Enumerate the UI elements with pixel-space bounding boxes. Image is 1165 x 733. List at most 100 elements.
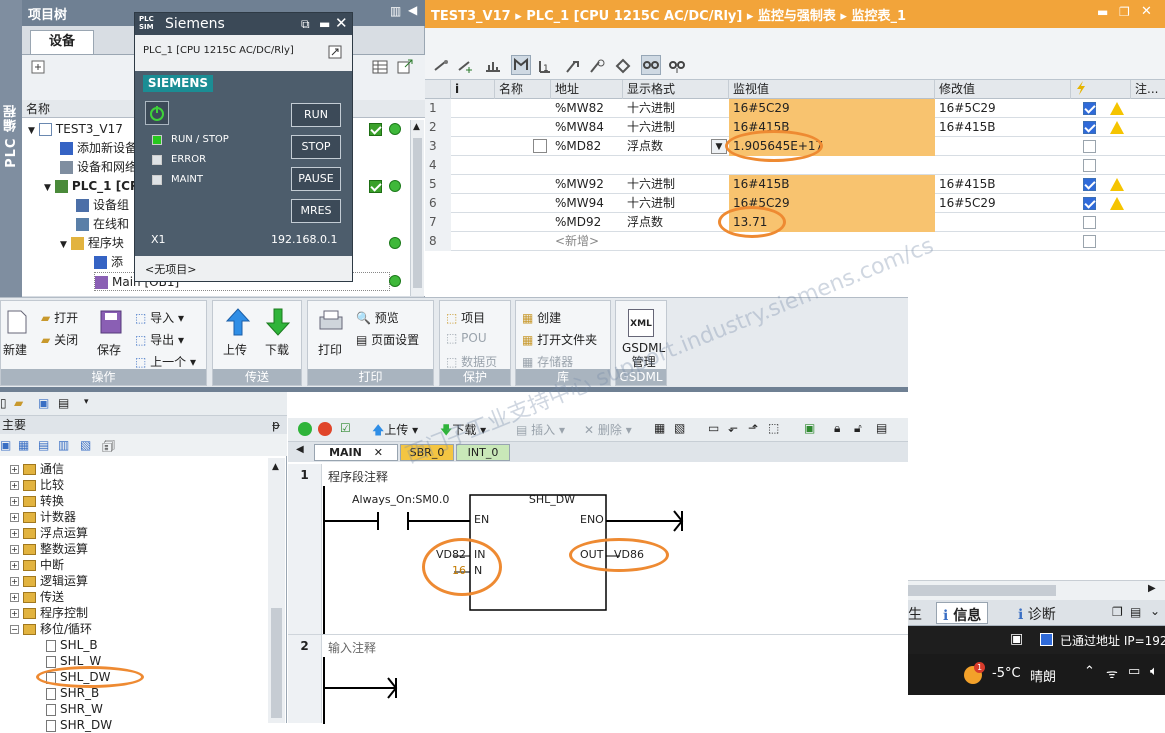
add-device-icon[interactable]	[30, 59, 46, 75]
power-button[interactable]	[145, 101, 169, 125]
monitor-once-glasses-icon[interactable]	[669, 58, 685, 74]
pin-icon[interactable]: ᵽ	[272, 416, 280, 434]
view-icon[interactable]: ▣	[0, 438, 11, 452]
tree-item-project[interactable]: ▼ TEST3_V17	[28, 120, 123, 139]
force-icon[interactable]	[565, 58, 581, 74]
tab-main[interactable]: MAIN ✕	[314, 444, 398, 461]
empty-cell[interactable]	[451, 194, 495, 213]
collapse-left-icon[interactable]: ◀	[408, 3, 417, 17]
run-button[interactable]: RUN	[291, 103, 341, 127]
tree-item-device-config[interactable]: 设备组	[76, 196, 129, 215]
new-icon[interactable]: ▯	[0, 396, 7, 410]
modify-value-cell[interactable]: 16#5C29	[935, 99, 1071, 118]
open-icon[interactable]: ▰	[14, 396, 23, 410]
upload-button[interactable]: 上传	[223, 341, 247, 358]
watch-row[interactable]: 5 %MW92 十六进制 16#415B 16#415B	[425, 175, 1165, 194]
modify-value-cell[interactable]	[935, 156, 1071, 175]
expand-icon[interactable]: +	[10, 545, 19, 554]
compile-icon[interactable]: ☑	[340, 421, 351, 435]
col-info[interactable]: i	[451, 80, 495, 99]
watch-row[interactable]: 6 %MW94 十六进制 16#5C29 16#5C29	[425, 194, 1165, 213]
save-button[interactable]: 保存	[97, 341, 121, 358]
col-modify[interactable]: 修改值	[935, 80, 1071, 99]
empty-cell[interactable]	[451, 213, 495, 232]
expand-icon[interactable]: +	[10, 481, 19, 490]
lock-icon[interactable]: 🔒︎	[834, 421, 840, 436]
tab-properties-partial[interactable]: 生	[908, 604, 922, 624]
force-checkbox[interactable]	[1083, 140, 1096, 153]
table-view-icon[interactable]	[372, 59, 388, 75]
empty-cell[interactable]	[495, 194, 551, 213]
col-name[interactable]: 名称	[495, 80, 551, 99]
tab-scroll-left-icon[interactable]: ◀	[296, 444, 304, 455]
temperature[interactable]: -5°C	[992, 666, 1021, 681]
expand-icon[interactable]: +	[10, 561, 19, 570]
address-cell[interactable]: %MW84	[551, 118, 623, 137]
instruction-folder[interactable]: + 逻辑运算	[10, 573, 88, 589]
empty-cell[interactable]	[451, 99, 495, 118]
scroll-up-icon[interactable]: ▲	[413, 122, 420, 132]
format-cell[interactable]: 十六进制	[623, 175, 729, 194]
memory-button[interactable]: ▦ 存储器	[522, 353, 573, 370]
grid-icon[interactable]: ▦	[18, 438, 29, 452]
float-icon[interactable]: ❐	[1112, 605, 1123, 619]
empty-cell[interactable]	[451, 175, 495, 194]
collapse-icon[interactable]: −	[10, 625, 19, 634]
forward-icon[interactable]: ⬏	[748, 421, 758, 435]
instruction-folder[interactable]: + 比较	[10, 477, 64, 493]
create-library-button[interactable]: ▦ 创建	[522, 309, 561, 326]
instruction-scrollbar[interactable]: ▲	[268, 458, 285, 723]
address-cell[interactable]	[551, 156, 623, 175]
print-icon[interactable]: ▤	[58, 396, 69, 410]
minimize-icon[interactable]: ▬	[1097, 5, 1108, 19]
stop-button[interactable]: STOP	[291, 135, 341, 159]
instruction-folder[interactable]: + 中断	[10, 557, 64, 573]
empty-cell[interactable]	[495, 232, 551, 251]
open-button[interactable]: ▰ 打开	[41, 309, 78, 326]
modify-value-cell[interactable]: 16#415B	[935, 118, 1071, 137]
empty-cell[interactable]	[451, 232, 495, 251]
expand-icon[interactable]: +	[10, 593, 19, 602]
save-icon[interactable]: ▣	[38, 396, 49, 410]
instruction-folder[interactable]: + 浮点运算	[10, 525, 88, 541]
unforce-icon[interactable]	[589, 58, 605, 74]
monitor-value-cell[interactable]: 16#415B	[729, 175, 935, 194]
battery-icon[interactable]: ▭	[1128, 664, 1140, 679]
address-cell[interactable]: %MD92	[551, 213, 623, 232]
format-cell[interactable]	[623, 232, 729, 251]
properties-icon[interactable]: ▧	[80, 438, 91, 452]
empty-cell[interactable]	[495, 118, 551, 137]
plc-programming-side-tab[interactable]: PLC 编程	[0, 0, 22, 297]
force-checkbox[interactable]	[1083, 178, 1096, 191]
delete-button[interactable]: ✕ 删除 ▾	[584, 421, 632, 438]
download-button[interactable]: 下载	[265, 341, 289, 358]
instruction-item[interactable]: SHR_DW	[46, 717, 112, 733]
format-cell[interactable]	[623, 156, 729, 175]
protect-datapage-button[interactable]: ⬚ 数据页	[446, 353, 497, 370]
tray-chevron-icon[interactable]: ⌃	[1084, 664, 1095, 679]
layout-toggle-icon[interactable]: ▥	[390, 4, 401, 18]
expand-icon[interactable]: +	[10, 609, 19, 618]
watch-insert-row-icon[interactable]	[433, 58, 449, 74]
instruction-folder[interactable]: + 整数运算	[10, 541, 88, 557]
empty-cell[interactable]	[451, 137, 495, 156]
bookmark-icon[interactable]: ▭	[708, 421, 719, 435]
modify-value-cell[interactable]	[935, 137, 1071, 156]
open-folder-button[interactable]: ▦ 打开文件夹	[522, 331, 597, 348]
back-icon[interactable]: ⬐	[728, 421, 738, 435]
force-checkbox[interactable]	[1083, 102, 1096, 115]
project-tree-scrollbar[interactable]: ▲	[410, 120, 424, 296]
wifi-icon[interactable]: ᯤ	[1106, 664, 1118, 682]
float-icon[interactable]: ❐	[1119, 5, 1130, 19]
force-checkbox[interactable]	[1083, 216, 1096, 229]
empty-cell[interactable]	[451, 118, 495, 137]
col-address[interactable]: 地址	[551, 80, 623, 99]
monitor-all-button[interactable]	[511, 55, 531, 75]
format-cell[interactable]: 十六进制	[623, 99, 729, 118]
weather-text[interactable]: 晴朗	[1030, 666, 1056, 685]
address-cell[interactable]: %MW92	[551, 175, 623, 194]
scroll-thumb[interactable]	[271, 608, 282, 718]
tab-int0[interactable]: INT_0	[456, 444, 510, 461]
layout-icon[interactable]: ▤	[1130, 605, 1141, 619]
volume-icon[interactable]: 🔈︎	[1150, 664, 1158, 679]
